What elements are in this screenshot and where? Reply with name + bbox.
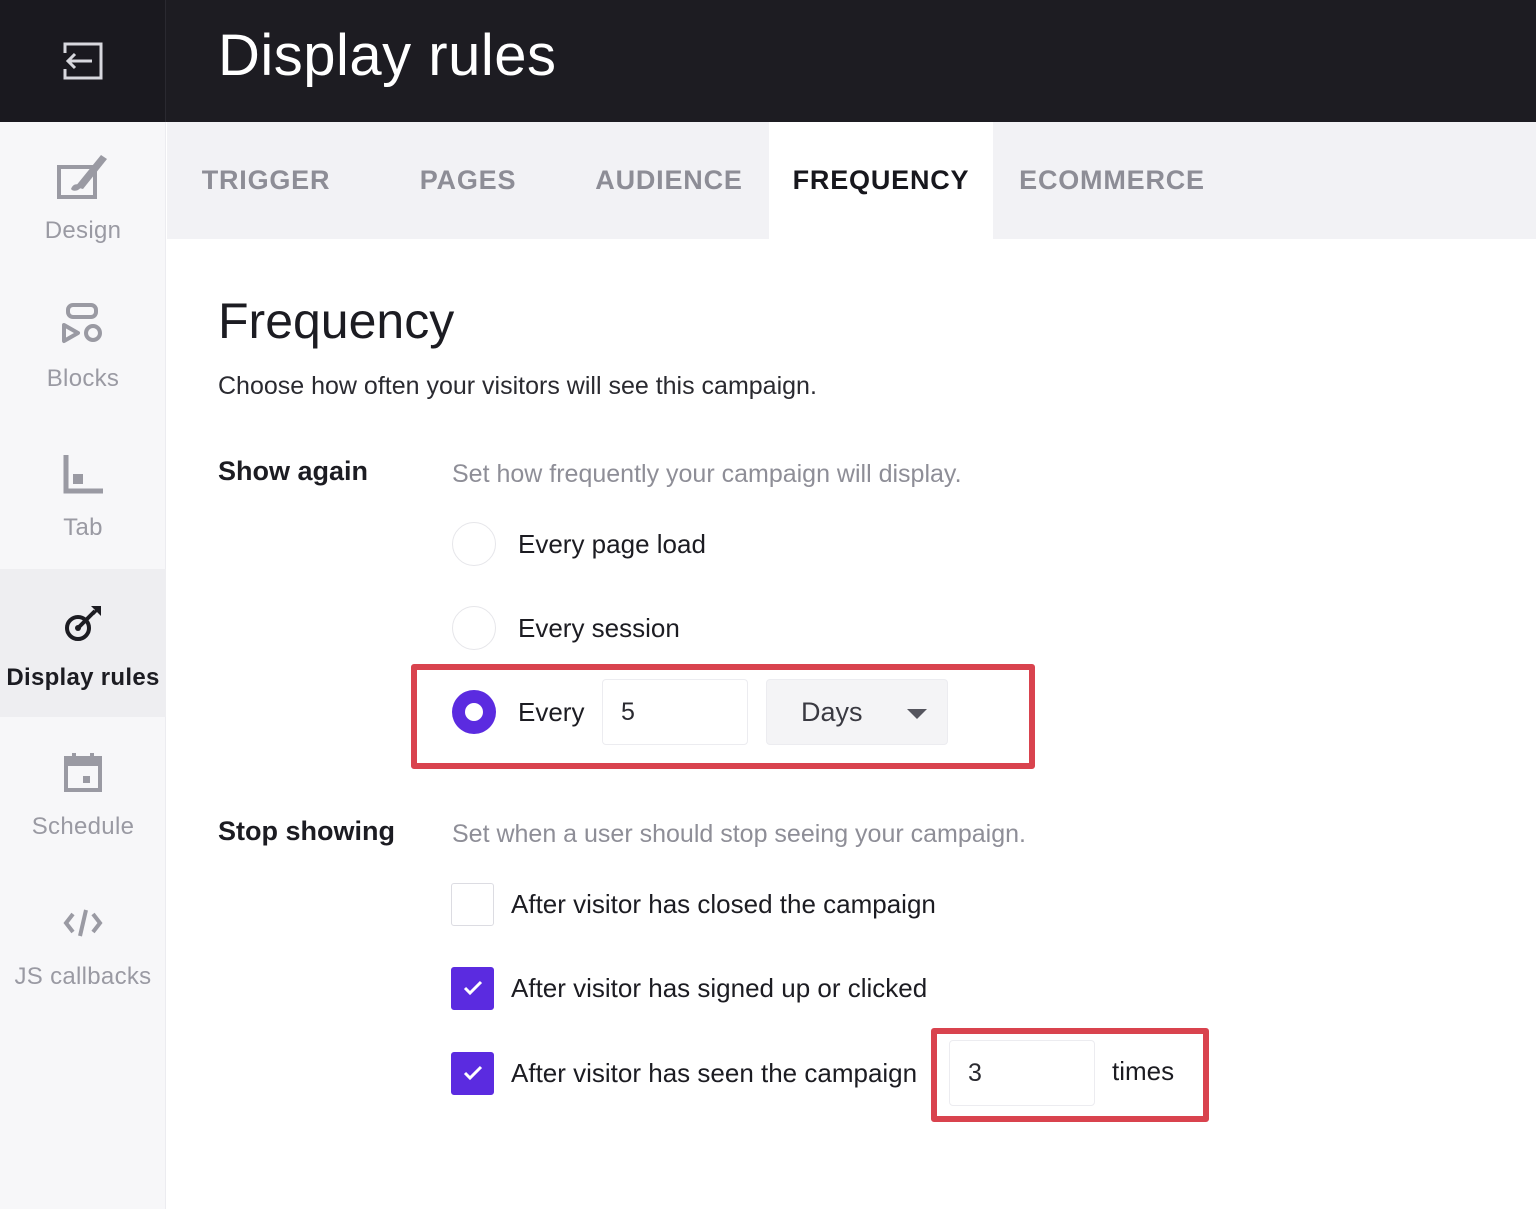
sidebar-item-tab[interactable]: Tab (0, 419, 166, 567)
sidebar-item-label: Tab (63, 514, 103, 541)
section-title: Frequency (218, 293, 455, 349)
radio-label: Every session (518, 612, 680, 643)
sidebar-item-display-rules[interactable]: Display rules (0, 569, 166, 717)
sidebar-item-label: Blocks (46, 365, 120, 392)
interval-unit-select[interactable]: Days (766, 679, 948, 745)
calendar-icon (53, 743, 113, 803)
radio-option-every-page-load[interactable]: Every page load (452, 521, 706, 567)
tab-frequency[interactable]: FREQUENCY (769, 122, 993, 239)
sidebar: Design Blocks Tab Display rules Schedule… (0, 122, 166, 1209)
checkmark-icon (463, 980, 482, 996)
checkbox-label: After visitor has closed the campaign (511, 888, 936, 919)
display-rules-icon (53, 594, 113, 654)
seen-count-input[interactable]: 3 (949, 1040, 1095, 1106)
times-suffix: times (1112, 1056, 1175, 1086)
checkbox-checked[interactable] (451, 1051, 494, 1095)
code-icon (53, 893, 113, 953)
sidebar-item-label: Display rules (6, 664, 160, 691)
radio-label: Every (518, 696, 585, 727)
checkbox-option-closed[interactable]: After visitor has closed the campaign (451, 882, 936, 926)
tab-bar: TRIGGER PAGES AUDIENCE FREQUENCY ECOMMER… (167, 122, 1536, 239)
tab-audience[interactable]: AUDIENCE (585, 122, 753, 239)
checkbox-option-signed-up[interactable]: After visitor has signed up or clicked (451, 966, 927, 1010)
show-again-help: Set how frequently your campaign will di… (452, 460, 962, 488)
tab-pages[interactable]: PAGES (392, 122, 544, 239)
sidebar-item-design[interactable]: Design (0, 122, 166, 270)
top-header: Display rules (0, 0, 1536, 122)
sidebar-item-label: JS callbacks (14, 963, 152, 990)
radio-option-every-interval[interactable]: Every (452, 689, 584, 735)
design-brush-icon (53, 147, 113, 207)
checkbox-checked[interactable] (451, 966, 494, 1010)
exit-icon (61, 42, 102, 80)
radio-button-selected[interactable] (452, 690, 496, 734)
checkbox-label: After visitor has seen the campaign (511, 1057, 918, 1088)
sidebar-item-label: Design (44, 217, 122, 244)
tab-trigger[interactable]: TRIGGER (185, 122, 347, 239)
sidebar-item-label: Schedule (31, 813, 135, 840)
tab-icon (53, 444, 113, 504)
select-value: Days (801, 696, 863, 727)
sidebar-item-blocks[interactable]: Blocks (0, 270, 166, 418)
blocks-icon (53, 295, 113, 355)
radio-label: Every page load (518, 528, 706, 559)
section-subtitle: Choose how often your visitors will see … (218, 372, 817, 400)
sidebar-item-js-callbacks[interactable]: JS callbacks (0, 868, 166, 1016)
page-title: Display rules (218, 23, 557, 88)
chevron-down-icon (907, 709, 927, 719)
tab-ecommerce[interactable]: ECOMMERCE (1009, 122, 1215, 239)
radio-button[interactable] (452, 522, 496, 566)
show-again-label: Show again (218, 456, 369, 486)
stop-showing-help: Set when a user should stop seeing your … (452, 820, 1026, 848)
sidebar-item-schedule[interactable]: Schedule (0, 718, 166, 866)
checkbox-option-seen[interactable]: After visitor has seen the campaign (451, 1051, 917, 1095)
radio-button[interactable] (452, 606, 496, 650)
exit-button[interactable] (0, 0, 166, 122)
checkbox-label: After visitor has signed up or clicked (511, 972, 928, 1003)
interval-value-input[interactable]: 5 (602, 679, 748, 745)
radio-option-every-session[interactable]: Every session (452, 605, 680, 651)
checkbox[interactable] (451, 882, 494, 926)
checkmark-icon (463, 1065, 482, 1081)
stop-showing-label: Stop showing (218, 816, 395, 846)
